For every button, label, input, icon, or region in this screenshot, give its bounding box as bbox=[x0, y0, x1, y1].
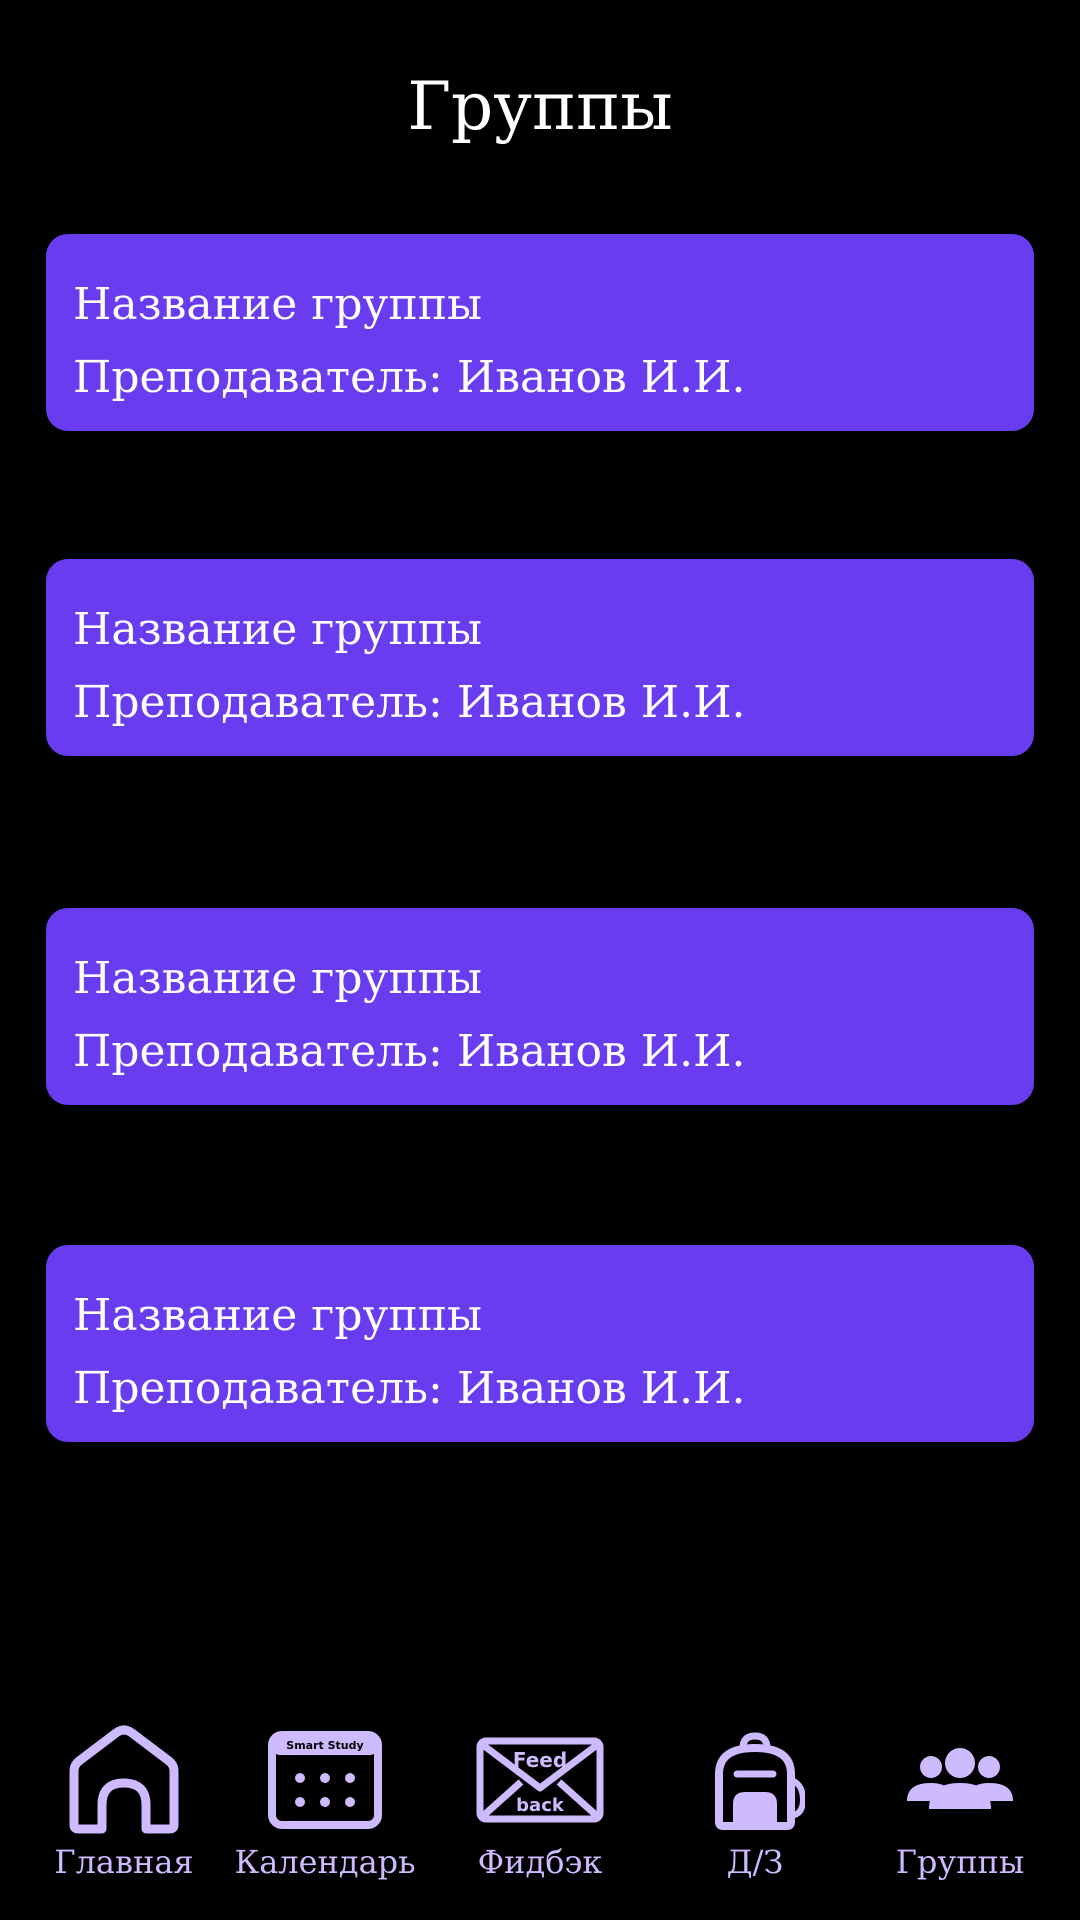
feedback-icon-text-top: Feed bbox=[513, 1748, 567, 1772]
group-teacher: Преподаватель: Иванов И.И. bbox=[73, 677, 746, 728]
backpack-icon bbox=[655, 1720, 855, 1840]
group-teacher: Преподаватель: Иванов И.И. bbox=[73, 352, 746, 403]
home-icon bbox=[24, 1720, 224, 1840]
group-teacher: Преподаватель: Иванов И.И. bbox=[73, 1363, 746, 1414]
calendar-icon: Smart Study bbox=[225, 1720, 425, 1840]
nav-item-groups[interactable]: Группы bbox=[860, 1700, 1060, 1900]
page-title: Группы bbox=[407, 68, 673, 145]
bottom-nav: Главная Smart Study Календарь Feed back … bbox=[0, 1700, 1080, 1920]
nav-item-calendar[interactable]: Smart Study Календарь bbox=[225, 1700, 425, 1900]
feedback-icon-text-bottom: back bbox=[516, 1795, 565, 1816]
group-name: Название группы bbox=[73, 279, 483, 330]
group-card[interactable]: Название группы Преподаватель: Иванов И.… bbox=[46, 908, 1034, 1105]
group-card[interactable]: Название группы Преподаватель: Иванов И.… bbox=[46, 1245, 1034, 1442]
nav-label: Главная bbox=[54, 1843, 194, 1881]
nav-label: Фидбэк bbox=[477, 1843, 603, 1881]
group-card[interactable]: Название группы Преподаватель: Иванов И.… bbox=[46, 234, 1034, 431]
group-name: Название группы bbox=[73, 953, 483, 1004]
group-card[interactable]: Название группы Преподаватель: Иванов И.… bbox=[46, 559, 1034, 756]
nav-label: Группы bbox=[895, 1843, 1025, 1881]
nav-label: Д/З bbox=[726, 1843, 784, 1881]
nav-item-feedback[interactable]: Feed back Фидбэк bbox=[440, 1700, 640, 1900]
feedback-envelope-icon: Feed back bbox=[440, 1720, 640, 1840]
nav-item-home[interactable]: Главная bbox=[24, 1700, 224, 1900]
group-users-icon bbox=[860, 1720, 1060, 1840]
nav-label: Календарь bbox=[234, 1843, 416, 1881]
calendar-icon-text: Smart Study bbox=[286, 1739, 363, 1752]
group-teacher: Преподаватель: Иванов И.И. bbox=[73, 1026, 746, 1077]
group-name: Название группы bbox=[73, 1290, 483, 1341]
group-name: Название группы bbox=[73, 604, 483, 655]
nav-item-homework[interactable]: Д/З bbox=[655, 1700, 855, 1900]
